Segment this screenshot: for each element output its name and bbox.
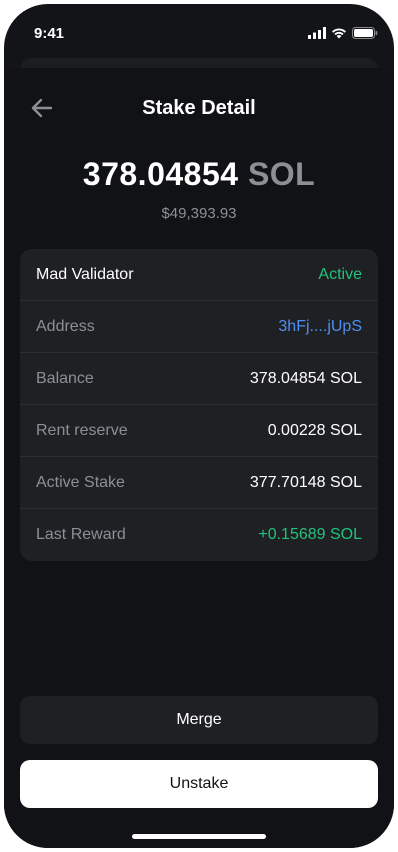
status-bar: 9:41 bbox=[4, 4, 394, 60]
stake-details-card: Mad Validator Active Address 3hFj....jUp… bbox=[20, 249, 378, 561]
last-reward-row: Last Reward +0.15689 SOL bbox=[20, 509, 378, 561]
validator-status-badge: Active bbox=[318, 265, 362, 283]
stake-amount-unit: SOL bbox=[247, 156, 316, 192]
last-reward-value: +0.15689 SOL bbox=[258, 526, 362, 543]
wifi-icon bbox=[331, 26, 347, 44]
rent-reserve-row: Rent reserve 0.00228 SOL bbox=[20, 405, 378, 457]
status-icons bbox=[308, 26, 378, 44]
page-title: Stake Detail bbox=[142, 97, 256, 119]
home-indicator bbox=[132, 834, 266, 839]
balance-value: 378.04854 SOL bbox=[249, 369, 362, 387]
active-stake-value: 377.70148 SOL bbox=[249, 473, 362, 491]
battery-icon bbox=[352, 26, 378, 44]
stake-amount: 378.04854 SOL bbox=[4, 156, 394, 193]
address-label: Address bbox=[36, 317, 95, 335]
balance-row: Balance 378.04854 SOL bbox=[20, 353, 378, 405]
balance-label: Balance bbox=[36, 369, 94, 387]
address-link[interactable]: 3hFj....jUpS bbox=[278, 318, 362, 336]
rent-reserve-value: 0.00228 SOL bbox=[267, 421, 362, 439]
validator-name: Mad Validator bbox=[36, 265, 134, 283]
last-reward-label: Last Reward bbox=[36, 526, 126, 543]
fiat-value: $49,393.93 bbox=[161, 205, 237, 222]
active-stake-row: Active Stake 377.70148 SOL bbox=[20, 457, 378, 509]
unstake-button[interactable]: Unstake bbox=[20, 760, 378, 808]
status-time: 9:41 bbox=[34, 25, 65, 42]
address-row: Address 3hFj....jUpS bbox=[20, 301, 378, 353]
rent-reserve-label: Rent reserve bbox=[36, 421, 128, 439]
merge-button[interactable]: Merge bbox=[20, 696, 378, 744]
phone-screen: 9:41 Stake Detail 378.04854 SOL $49,393.… bbox=[4, 4, 394, 848]
validator-row[interactable]: Mad Validator Active bbox=[20, 249, 378, 301]
stake-amount-value: 378.04854 bbox=[82, 156, 239, 192]
cellular-signal-icon bbox=[308, 26, 326, 44]
active-stake-label: Active Stake bbox=[36, 473, 125, 491]
